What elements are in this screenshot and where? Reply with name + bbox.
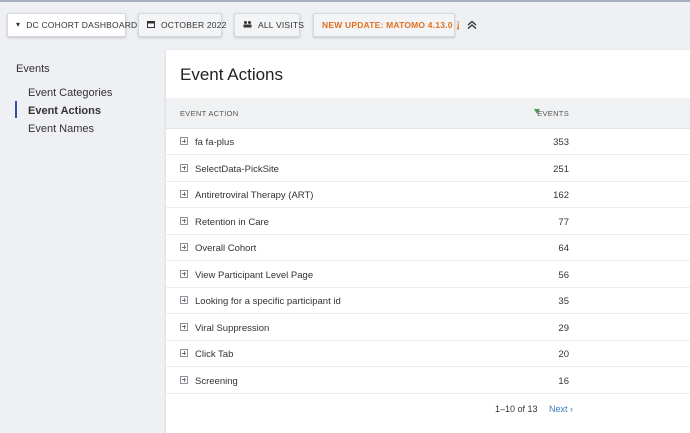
pagination-info: 1–10 of 13 xyxy=(495,404,538,414)
expand-row-icon[interactable] xyxy=(180,296,188,304)
expand-row-icon[interactable] xyxy=(180,190,188,198)
row-events-value: 56 xyxy=(558,269,569,281)
row-events-value: 162 xyxy=(553,190,569,201)
expand-row-icon[interactable] xyxy=(180,322,188,331)
row-label: Antiretroviral Therapy (ART) xyxy=(195,190,314,201)
expand-row-icon[interactable] xyxy=(180,243,188,251)
row-label: SelectData-PickSite xyxy=(195,163,279,175)
calendar-icon xyxy=(147,20,155,30)
row-label: Screening xyxy=(195,375,238,387)
table-row[interactable]: SelectData-PickSite 251 xyxy=(166,156,690,182)
row-events-value: 77 xyxy=(558,216,569,228)
sidebar: Events Event Categories Event Actions Ev… xyxy=(0,50,165,433)
dashboard-selector-label: DC COHORT DASHBOARD xyxy=(26,20,138,30)
row-events-value: 251 xyxy=(553,163,569,175)
update-notification-label: NEW UPDATE: MATOMO 4.13.0 xyxy=(322,20,453,30)
table-header: EVENT ACTION EVENTS xyxy=(166,98,690,129)
page-title: Event Actions xyxy=(180,65,284,84)
active-item-indicator xyxy=(15,101,17,118)
users-icon xyxy=(243,20,252,30)
caret-down-icon: ▾ xyxy=(16,20,21,29)
table-row[interactable]: Looking for a specific participant id 35 xyxy=(166,288,690,314)
row-events-value: 20 xyxy=(558,349,569,360)
date-selector-button[interactable]: OCTOBER 2022 xyxy=(138,13,226,37)
table-row[interactable]: Retention in Care 77 xyxy=(166,209,690,235)
expand-row-icon[interactable] xyxy=(180,216,188,225)
update-notification-button[interactable]: NEW UPDATE: MATOMO 4.13.0 ! xyxy=(313,13,460,37)
collapse-toolbar-icon[interactable] xyxy=(465,18,479,32)
row-events-value: 353 xyxy=(553,137,569,148)
info-icon: ! xyxy=(456,20,460,30)
segment-selector-label: ALL VISITS xyxy=(258,20,305,30)
row-label: fa fa-plus xyxy=(195,137,235,148)
row-label: Viral Suppression xyxy=(195,322,270,334)
column-header-events[interactable]: EVENTS xyxy=(537,109,569,118)
row-events-value: 64 xyxy=(558,243,569,254)
row-label: Retention in Care xyxy=(195,216,269,228)
next-page-link[interactable]: Next › xyxy=(549,404,573,414)
expand-row-icon[interactable] xyxy=(180,269,188,278)
row-events-value: 29 xyxy=(558,322,569,334)
sidebar-item-event-actions[interactable]: Event Actions xyxy=(28,105,101,117)
sidebar-item-event-categories[interactable]: Event Categories xyxy=(28,87,112,99)
top-toolbar: ▾ DC COHORT DASHBOARD OCTOBER 2022 ALL V… xyxy=(0,0,690,50)
date-selector-label: OCTOBER 2022 xyxy=(161,20,227,30)
row-events-value: 35 xyxy=(558,296,569,307)
dashboard-selector-button[interactable]: ▾ DC COHORT DASHBOARD xyxy=(7,13,137,37)
sidebar-item-event-names[interactable]: Event Names xyxy=(28,123,94,135)
sidebar-section-title: Events xyxy=(16,63,50,75)
row-events-value: 16 xyxy=(558,375,569,387)
expand-row-icon[interactable] xyxy=(180,137,188,145)
table-row[interactable]: fa fa-plus 353 xyxy=(166,129,690,155)
table-row[interactable]: Antiretroviral Therapy (ART) 162 xyxy=(166,182,690,208)
table-row[interactable]: Overall Cohort 64 xyxy=(166,235,690,261)
table-row[interactable]: View Participant Level Page 56 xyxy=(166,262,690,288)
expand-row-icon[interactable] xyxy=(180,163,188,172)
row-label: Looking for a specific participant id xyxy=(195,296,341,307)
table-row[interactable]: Viral Suppression 29 xyxy=(166,315,690,341)
segment-selector-button[interactable]: ALL VISITS xyxy=(234,13,304,37)
table-row[interactable]: Click Tab 20 xyxy=(166,341,690,367)
column-header-event-action[interactable]: EVENT ACTION xyxy=(180,109,238,118)
row-label: Overall Cohort xyxy=(195,243,257,254)
report-panel: Event Actions EVENT ACTION EVENTS fa fa-… xyxy=(166,50,690,433)
expand-row-icon[interactable] xyxy=(180,375,188,384)
row-label: Click Tab xyxy=(195,349,234,360)
row-label: View Participant Level Page xyxy=(195,269,314,281)
table-row[interactable]: Screening 16 xyxy=(166,368,690,394)
expand-row-icon[interactable] xyxy=(180,349,188,357)
